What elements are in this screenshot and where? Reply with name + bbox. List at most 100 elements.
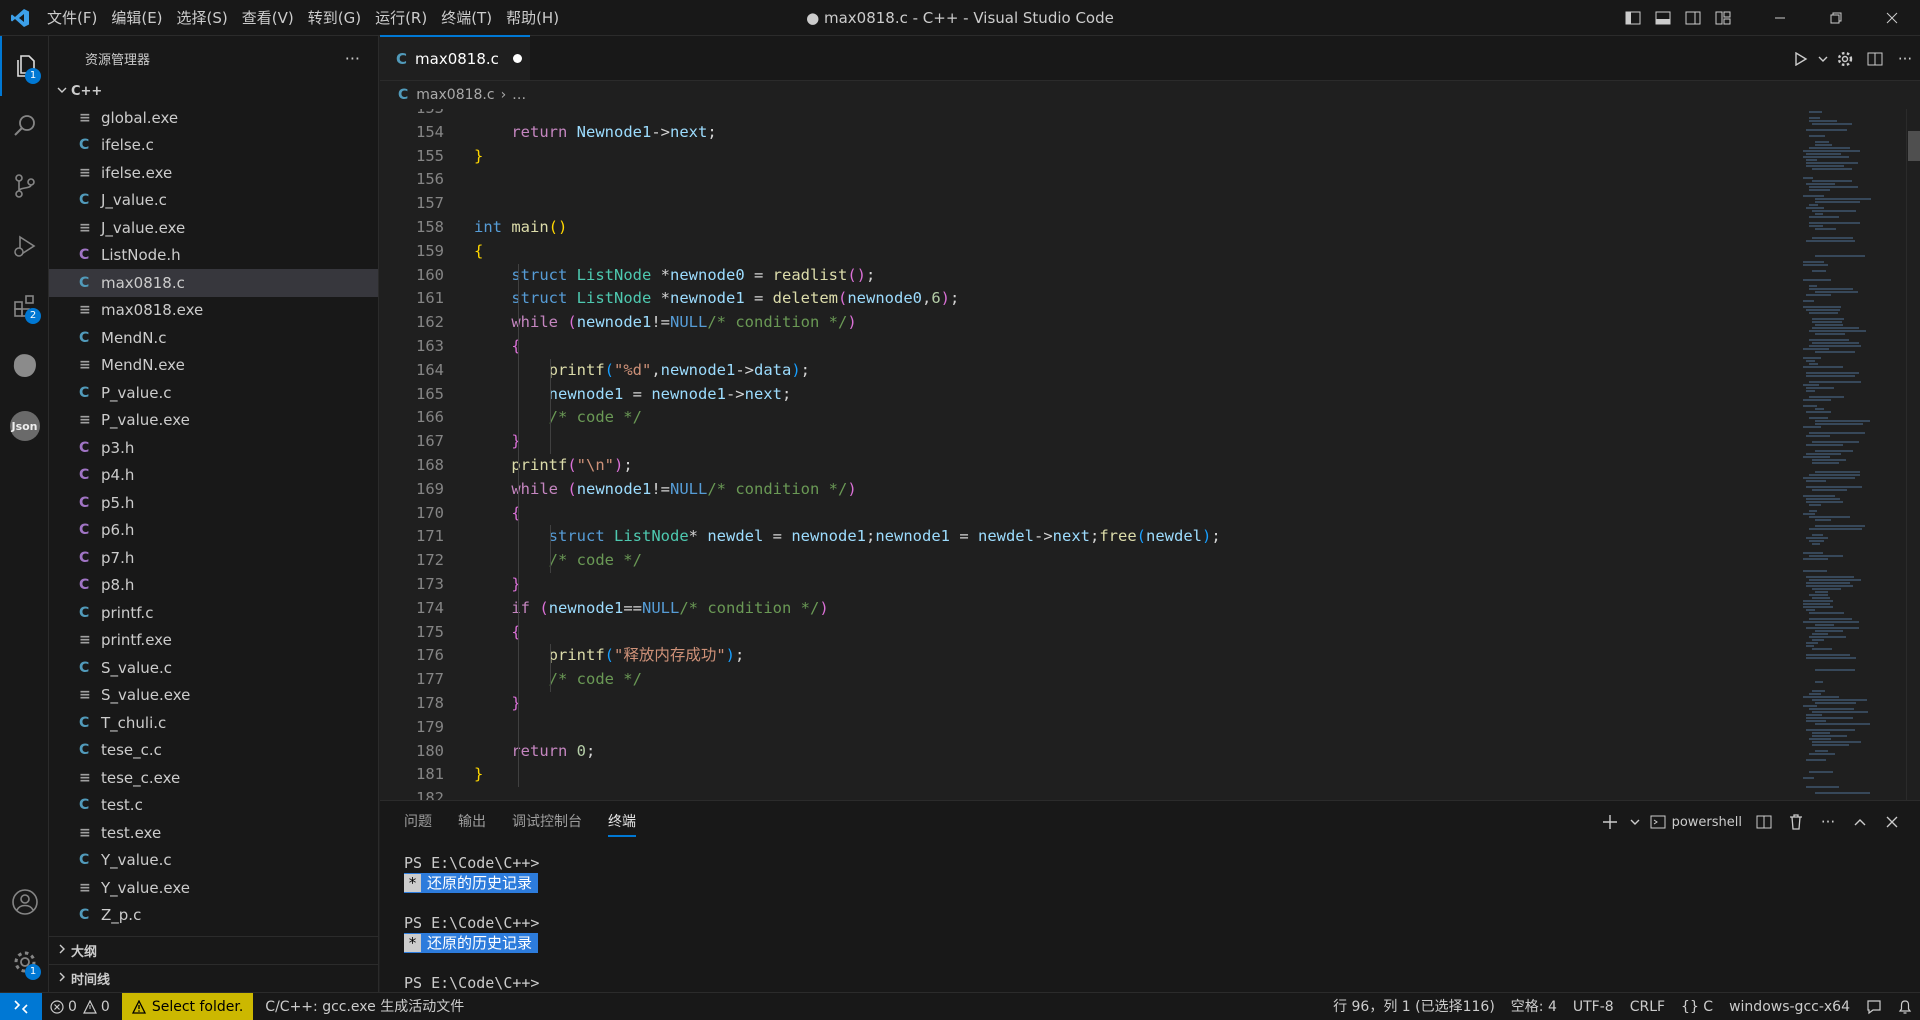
line-ending[interactable]: CRLF (1622, 993, 1673, 1020)
file-item[interactable]: ≡ ifelse.exe (49, 159, 378, 187)
menu-run[interactable]: 运行(R) (368, 0, 434, 36)
terminal-dropdown-icon[interactable] (1626, 801, 1644, 843)
run-debug-activity[interactable] (0, 216, 49, 276)
tab-max0818[interactable]: C max0818.c (380, 35, 530, 80)
bell-icon[interactable] (1890, 993, 1920, 1020)
feedback-icon[interactable] (1858, 993, 1890, 1020)
restore-icon[interactable] (1808, 0, 1864, 36)
new-terminal-icon[interactable] (1594, 801, 1626, 843)
customize-layout-icon[interactable] (1708, 0, 1738, 36)
timeline-section[interactable]: 时间线 (49, 964, 379, 992)
cursor-position[interactable]: 行 96，列 1 (已选择116) (1325, 993, 1503, 1020)
file-item[interactable]: Ctese_c.c (49, 737, 378, 765)
tab-problems[interactable]: 问题 (404, 801, 432, 843)
file-item[interactable]: Cp7.h (49, 544, 378, 572)
tab-terminal[interactable]: 终端 (608, 807, 636, 837)
file-item[interactable]: C S_value.c (49, 654, 378, 682)
menu-help[interactable]: 帮助(H) (499, 0, 566, 36)
file-item[interactable]: C T_chuli.c (49, 709, 378, 737)
toggle-panel-icon[interactable] (1648, 0, 1678, 36)
file-item[interactable]: ≡ max0818.exe (49, 297, 378, 325)
file-item[interactable]: C J_value.c (49, 187, 378, 215)
file-item[interactable]: ≡ Y_value.exe (49, 874, 378, 902)
file-item[interactable]: ≡ tese_c.exe (49, 764, 378, 792)
file-item[interactable]: Cp4.h (49, 462, 378, 490)
close-panel-icon[interactable] (1876, 801, 1908, 843)
file-item[interactable]: ≡ S_value.exe (49, 682, 378, 710)
unsaved-dot-icon[interactable] (512, 54, 522, 63)
tab-output[interactable]: 输出 (458, 801, 486, 843)
minimize-icon[interactable] (1752, 0, 1808, 36)
toggle-secondary-sidebar-icon[interactable] (1678, 0, 1708, 36)
code-editor[interactable]: 153154 return Newnode1->next;155}1561571… (380, 109, 1785, 800)
docker-activity[interactable] (0, 336, 49, 396)
trash-icon[interactable] (1780, 801, 1812, 843)
file-item[interactable]: ≡ P_value.exe (49, 407, 378, 435)
line-number: 162 (416, 313, 444, 332)
file-item[interactable]: C Z_p.c (49, 902, 378, 930)
explorer-more-icon[interactable]: ··· (345, 49, 360, 68)
terminal-output[interactable]: PS E:\Code\C++> * 还原的历史记录 PS E:\Code\C++> *… (404, 853, 539, 993)
file-item[interactable]: ≡ J_value.exe (49, 214, 378, 242)
indentation[interactable]: 空格: 4 (1503, 993, 1565, 1020)
menu-view[interactable]: 查看(V) (235, 0, 301, 36)
gear-icon[interactable] (1830, 41, 1860, 77)
menu-go[interactable]: 转到(G) (301, 0, 368, 36)
shell-selector[interactable]: powershell (1644, 801, 1748, 843)
file-item[interactable]: C P_value.c (49, 379, 378, 407)
menu-edit[interactable]: 编辑(E) (104, 0, 169, 36)
split-terminal-icon[interactable] (1748, 801, 1780, 843)
manage-activity[interactable]: 1 (0, 932, 49, 992)
file-item[interactable]: ≡ MendN.exe (49, 352, 378, 380)
file-item[interactable]: C ListNode.h (49, 242, 378, 270)
close-icon[interactable] (1864, 0, 1920, 36)
file-item[interactable]: Cp5.h (49, 489, 378, 517)
file-item[interactable]: ≡ test.exe (49, 819, 378, 847)
maximize-panel-icon[interactable] (1844, 801, 1876, 843)
code-token: NULL (670, 313, 708, 332)
file-item[interactable]: C MendN.c (49, 324, 378, 352)
minimap[interactable] (1801, 109, 1906, 799)
menu-file[interactable]: 文件(F) (40, 0, 104, 36)
breadcrumb-symbol[interactable]: … (512, 87, 526, 103)
menu-selection[interactable]: 选择(S) (170, 0, 235, 36)
toggle-primary-sidebar-icon[interactable] (1618, 0, 1648, 36)
select-folder-button[interactable]: Select folder. (121, 992, 254, 1020)
file-item[interactable]: Cprintf.c (49, 599, 378, 627)
file-item[interactable]: C Y_value.c (49, 847, 378, 875)
accounts-activity[interactable] (0, 872, 49, 932)
file-item[interactable]: Cifelse.c (49, 132, 378, 160)
language-mode[interactable]: {} C (1673, 993, 1721, 1020)
search-activity[interactable] (0, 96, 49, 156)
run-dropdown-icon[interactable] (1816, 41, 1830, 77)
breadcrumb-file[interactable]: max0818.c (416, 87, 494, 103)
file-item[interactable]: Ctest.c (49, 792, 378, 820)
editor-scrollbar[interactable] (1906, 109, 1920, 800)
exe-file-icon: ≡ (79, 824, 91, 841)
scrollbar-thumb[interactable] (1908, 131, 1920, 161)
explorer-activity[interactable]: 1 (0, 36, 49, 96)
encoding[interactable]: UTF-8 (1565, 993, 1622, 1020)
run-icon[interactable] (1786, 41, 1816, 77)
folder-cpp[interactable]: C++ (49, 80, 378, 102)
more-actions-icon[interactable]: ··· (1812, 801, 1844, 843)
file-item[interactable]: Cp6.h (49, 517, 378, 545)
menu-terminal[interactable]: 终端(T) (434, 0, 499, 36)
file-item[interactable]: Cmax0818.c (49, 269, 378, 297)
build-task[interactable]: C/C++: gcc.exe 生成活动文件 (257, 993, 472, 1020)
extensions-activity[interactable]: 2 (0, 276, 49, 336)
remote-indicator[interactable] (0, 992, 42, 1020)
cpp-configuration[interactable]: windows-gcc-x64 (1721, 993, 1858, 1020)
file-item[interactable]: Cp8.h (49, 572, 378, 600)
json-activity[interactable]: Json (0, 396, 49, 456)
file-item[interactable]: ≡ printf.exe (49, 627, 378, 655)
tab-debug-console[interactable]: 调试控制台 (512, 801, 582, 843)
file-item[interactable]: ≡ global.exe (49, 104, 378, 132)
split-editor-icon[interactable] (1860, 41, 1890, 77)
problems-indicator[interactable]: 0 0 (42, 993, 118, 1020)
source-control-activity[interactable] (0, 156, 49, 216)
file-item[interactable]: Cp3.h (49, 434, 378, 462)
outline-section[interactable]: 大纲 (49, 936, 379, 964)
more-actions-icon[interactable]: ··· (1890, 41, 1920, 77)
